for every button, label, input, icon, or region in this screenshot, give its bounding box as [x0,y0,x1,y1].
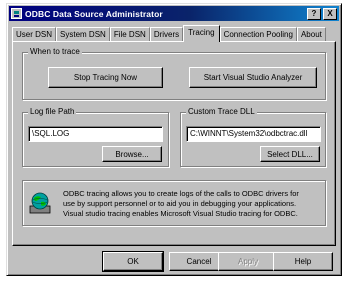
tab-drivers[interactable]: Drivers [149,27,184,42]
title-bar[interactable]: ODBC Data Source Administrator ? X [9,6,339,21]
tab-file-dsn[interactable]: File DSN [109,27,150,42]
log-file-path-label: Log file Path [28,107,77,117]
tracing-panel: When to trace Stop Tracing Now Start Vis… [12,41,336,246]
info-text: ODBC tracing allows you to create logs o… [63,189,311,219]
browse-button[interactable]: Browse... [102,146,162,162]
info-line: ODBC tracing allows you to create logs o… [63,189,299,198]
tab-tracing[interactable]: Tracing [183,25,220,42]
info-line: Visual studio tracing enables Microsoft … [63,209,298,218]
stop-tracing-button[interactable]: Stop Tracing Now [48,67,163,88]
custom-trace-dll-group: Custom Trace DLL C:\WINNT\System32\odbct… [180,107,326,167]
window-title: ODBC Data Source Administrator [25,8,163,19]
ok-button[interactable]: OK [102,251,164,272]
start-visual-studio-analyzer-button[interactable]: Start Visual Studio Analyzer [189,67,317,88]
log-file-path-input[interactable]: \SQL.LOG [28,126,163,142]
tab-connection-pooling[interactable]: Connection Pooling [219,27,297,42]
when-to-trace-group: When to trace Stop Tracing Now Start Vis… [22,47,326,100]
info-line: use by support personnel or to aid you i… [63,199,297,208]
close-button[interactable]: X [323,7,337,20]
tab-system-dsn[interactable]: System DSN [56,27,110,42]
apply-button[interactable]: Apply [218,252,278,271]
odbc-globe-icon [29,192,51,214]
custom-trace-dll-input[interactable]: C:\WINNT\System32\odbctrac.dll [186,126,321,142]
custom-trace-dll-label: Custom Trace DLL [186,107,257,117]
log-file-path-group: Log file Path \SQL.LOG Browse... [22,107,169,167]
select-dll-button[interactable]: Select DLL... [260,146,320,162]
help-title-button[interactable]: ? [307,7,321,20]
odbc-app-icon [11,8,22,19]
info-group: ODBC tracing allows you to create logs o… [22,180,326,226]
tab-about[interactable]: About [296,27,326,42]
when-to-trace-label: When to trace [28,47,82,57]
odbc-admin-dialog: ODBC Data Source Administrator ? X User … [6,3,342,276]
tab-strip: User DSN System DSN File DSN Drivers Tra… [12,25,326,42]
help-button[interactable]: Help [273,252,333,271]
tab-user-dsn[interactable]: User DSN [12,27,57,42]
